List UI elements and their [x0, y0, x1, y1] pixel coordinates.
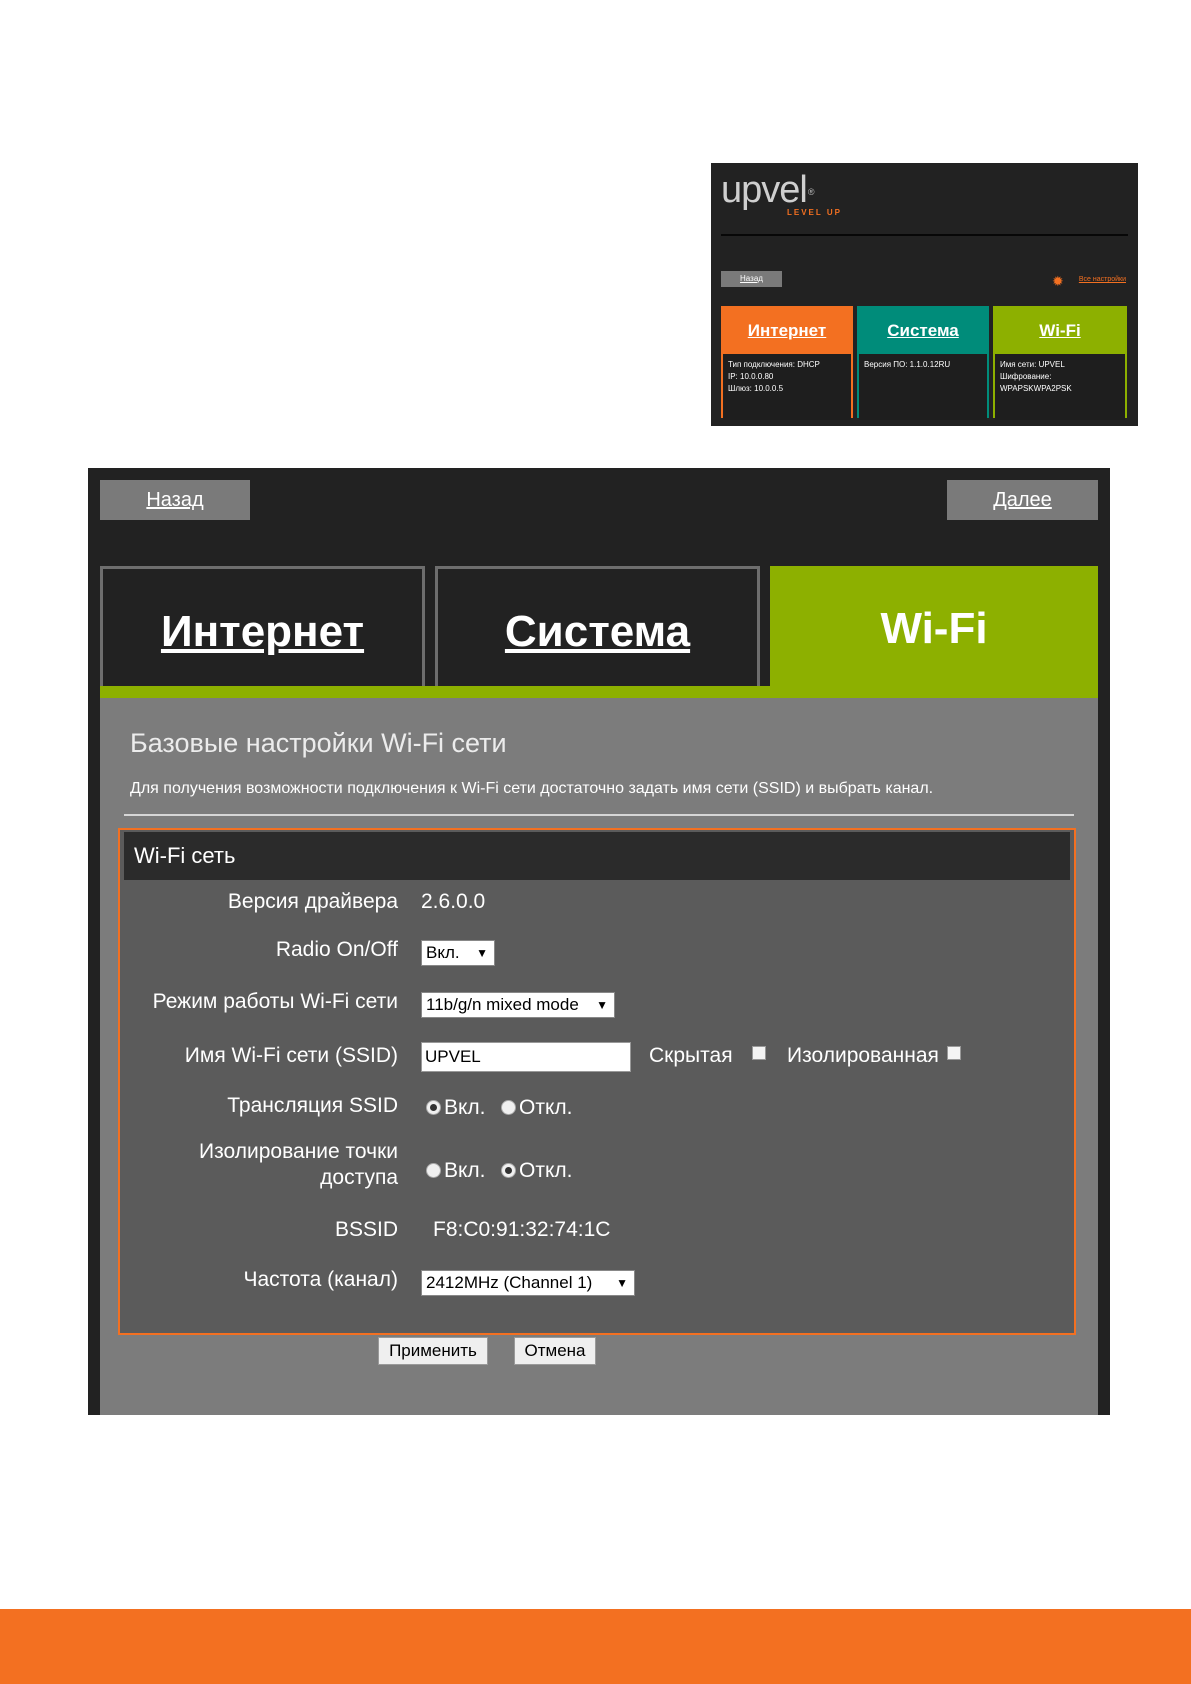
card-title[interactable]: Wi-Fi	[995, 308, 1125, 354]
card-line: Шифрование:	[1000, 372, 1052, 381]
radio-label: Radio On/Off	[275, 938, 398, 961]
channel-select[interactable]: 2412MHz (Channel 1) ▼	[421, 1270, 635, 1296]
card-line: Версия ПО: 1.1.0.12RU	[864, 360, 951, 369]
wifi-network-section: Wi-Fi сеть Версия драйвера 2.6.0.0 Radio…	[118, 828, 1076, 1335]
card-body: Имя сети: UPVEL Шифрование: WPAPSKWPA2PS…	[995, 354, 1125, 420]
all-settings-link[interactable]: Все настройки	[1079, 276, 1126, 283]
ap-isolation-off-label: Откл.	[519, 1159, 573, 1182]
divider	[124, 814, 1074, 816]
chevron-down-icon: ▼	[616, 1276, 628, 1290]
card-line: Имя сети: UPVEL	[1000, 360, 1065, 369]
ap-isolation-label-line2: доступа	[320, 1166, 398, 1189]
channel-select-value: 2412MHz (Channel 1)	[426, 1273, 593, 1292]
card-title[interactable]: Интернет	[723, 308, 851, 354]
wifi-settings-content: Базовые настройки Wi-Fi сети Для получен…	[100, 698, 1098, 1415]
ap-isolation-off-radio[interactable]	[501, 1163, 516, 1178]
tab-system[interactable]: Система	[435, 566, 760, 686]
ssid-broadcast-on-label: Вкл.	[444, 1096, 486, 1119]
ap-isolation-on-label: Вкл.	[444, 1159, 486, 1182]
tab-internet[interactable]: Интернет	[100, 566, 425, 686]
bssid-value: F8:C0:91:32:74:1C	[433, 1218, 611, 1241]
chevron-down-icon: ▼	[596, 998, 608, 1012]
router-settings-panel: Назад Далее Интернет Система Wi-Fi Базов…	[88, 468, 1110, 1415]
thumbnail-card-wifi[interactable]: Wi-Fi Имя сети: UPVEL Шифрование: WPAPSK…	[993, 306, 1127, 420]
chevron-down-icon: ▼	[476, 946, 488, 960]
driver-version-value: 2.6.0.0	[421, 890, 486, 913]
ap-isolation-label-line1: Изолирование точки	[199, 1140, 398, 1163]
isolated-label: Изолированная	[787, 1044, 939, 1067]
card-line: IP: 10.0.0.80	[728, 372, 774, 381]
section-title: Wi-Fi сеть	[124, 832, 1070, 880]
upvel-logo: upvel®	[721, 169, 814, 211]
ssid-broadcast-label: Трансляция SSID	[227, 1094, 398, 1117]
thumbnail-card-system[interactable]: Система Версия ПО: 1.1.0.12RU	[857, 306, 989, 420]
card-line: WPAPSKWPA2PSK	[1000, 384, 1072, 393]
card-line: Тип подключения: DHCP	[728, 360, 820, 369]
radio-select-value: Вкл.	[426, 943, 460, 962]
wifi-mode-select-value: 11b/g/n mixed mode	[426, 995, 579, 1014]
card-title[interactable]: Система	[859, 308, 987, 354]
footer-bar	[0, 1609, 1191, 1684]
dashboard-thumbnail: upvel® LEVEL UP Назад ✹ Все настройки Ин…	[711, 163, 1138, 426]
tab-wifi[interactable]: Wi-Fi	[770, 566, 1098, 686]
thumbnail-back-button[interactable]: Назад	[721, 271, 782, 287]
ssid-broadcast-off-radio[interactable]	[501, 1100, 516, 1115]
channel-label: Частота (канал)	[243, 1268, 398, 1291]
card-body: Версия ПО: 1.1.0.12RU	[859, 354, 987, 420]
hidden-ssid-checkbox[interactable]	[752, 1046, 766, 1060]
ssid-broadcast-off-label: Откл.	[519, 1096, 573, 1119]
logo-tagline: LEVEL UP	[787, 208, 842, 217]
cancel-button[interactable]: Отмена	[514, 1337, 596, 1365]
apply-button[interactable]: Применить	[378, 1337, 488, 1365]
next-button[interactable]: Далее	[947, 480, 1098, 520]
ssid-input[interactable]: UPVEL	[421, 1042, 631, 1072]
isolated-checkbox[interactable]	[947, 1046, 961, 1060]
bssid-label: BSSID	[334, 1218, 398, 1241]
hidden-ssid-label: Скрытая	[649, 1044, 733, 1067]
ssid-label: Имя Wi-Fi сети (SSID)	[184, 1044, 398, 1067]
active-tab-stripe	[100, 686, 1098, 698]
card-body: Тип подключения: DHCP IP: 10.0.0.80 Шлюз…	[723, 354, 851, 420]
radio-select[interactable]: Вкл. ▼	[421, 940, 495, 966]
card-line: Шлюз: 10.0.0.5	[728, 384, 784, 393]
page-description: Для получения возможности подключения к …	[130, 780, 934, 797]
back-button[interactable]: Назад	[100, 480, 250, 520]
thumbnail-card-internet[interactable]: Интернет Тип подключения: DHCP IP: 10.0.…	[721, 306, 853, 420]
ap-isolation-on-radio[interactable]	[426, 1163, 441, 1178]
gear-icon[interactable]: ✹	[1052, 274, 1066, 288]
driver-version-label: Версия драйвера	[227, 890, 398, 913]
thumbnail-divider	[721, 234, 1128, 236]
wifi-mode-label: Режим работы Wi-Fi сети	[152, 990, 398, 1013]
ssid-broadcast-on-radio[interactable]	[426, 1100, 441, 1115]
page-title: Базовые настройки Wi-Fi сети	[130, 728, 507, 758]
wifi-mode-select[interactable]: 11b/g/n mixed mode ▼	[421, 992, 615, 1018]
